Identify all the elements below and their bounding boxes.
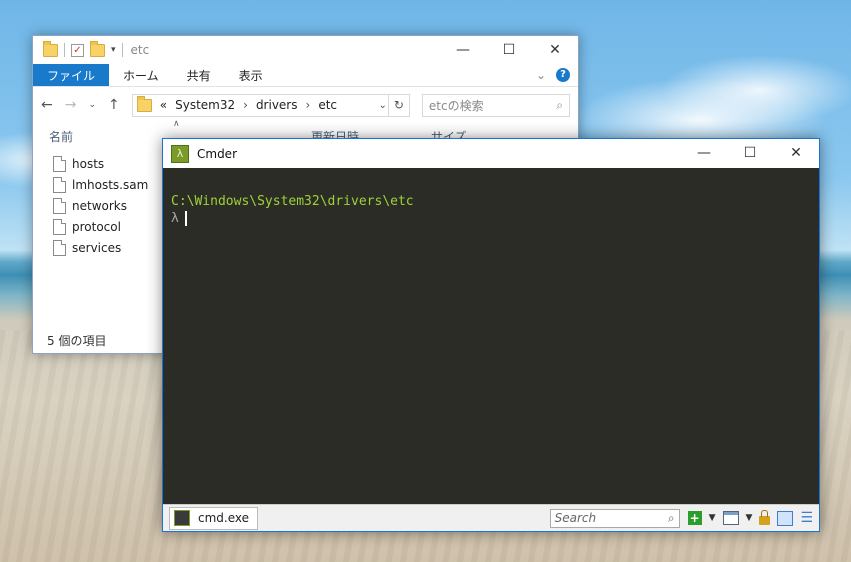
explorer-titlebar[interactable]: ✓ ▾ etc — ☐ ✕ xyxy=(33,36,578,64)
cmder-window[interactable]: λ Cmder — ☐ ✕ C:\Windows\System32\driver… xyxy=(162,138,820,532)
sort-arrow-icon: ∧ xyxy=(173,119,180,129)
text-cursor xyxy=(184,211,187,226)
up-arrow-icon[interactable]: ↑ xyxy=(108,97,120,113)
file-icon xyxy=(53,176,66,193)
new-console-icon[interactable]: + xyxy=(687,511,702,525)
window-title: Cmder xyxy=(197,146,238,161)
breadcrumb-drivers[interactable]: drivers xyxy=(256,98,298,112)
cmder-app-icon[interactable]: λ xyxy=(171,144,189,163)
command-prompt[interactable]: λ xyxy=(171,211,819,226)
tab-view[interactable]: 表示 xyxy=(225,64,277,86)
file-icon xyxy=(53,197,66,214)
file-name: hosts xyxy=(72,156,105,171)
breadcrumb-system32[interactable]: System32 xyxy=(175,98,235,112)
new-console-dropdown-icon[interactable]: ▼ xyxy=(709,513,716,523)
tab-share[interactable]: 共有 xyxy=(173,64,225,86)
expand-ribbon-icon[interactable]: ⌄ xyxy=(536,68,546,82)
tab-file[interactable]: ファイル xyxy=(33,64,110,86)
quick-access-toolbar: ✓ ▾ xyxy=(43,40,123,57)
file-name: protocol xyxy=(72,219,121,234)
console-tab-icon xyxy=(174,510,190,526)
console-tab[interactable]: cmd.exe xyxy=(169,506,259,530)
terminal-console[interactable]: C:\Windows\System32\drivers\etc λ xyxy=(163,168,819,226)
lock-icon[interactable] xyxy=(759,509,771,525)
maximize-button[interactable]: ☐ xyxy=(486,36,532,64)
address-dropdown-icon[interactable]: ⌄ xyxy=(379,100,387,111)
recent-locations-icon[interactable]: ⌄ xyxy=(88,100,96,110)
breadcrumb-etc[interactable]: etc xyxy=(318,98,337,112)
file-name: lmhosts.sam xyxy=(72,177,149,192)
search-placeholder: etcの検索 xyxy=(428,98,484,113)
chevron-right-icon[interactable]: › xyxy=(243,98,248,112)
window-title: etc xyxy=(130,43,150,57)
chevron-right-icon[interactable]: › xyxy=(306,98,311,112)
back-arrow-icon[interactable]: ← xyxy=(41,97,53,113)
breadcrumb-overflow[interactable]: « xyxy=(160,98,167,112)
refresh-icon[interactable]: ↻ xyxy=(387,94,409,116)
file-icon xyxy=(53,239,66,256)
close-button[interactable]: ✕ xyxy=(773,139,819,167)
cmder-status-bar: cmd.exe Search ⌕ + ▼ ▼ ☰ xyxy=(163,504,819,531)
search-icon[interactable]: ⌕ xyxy=(668,511,675,526)
cmder-titlebar[interactable]: λ Cmder — ☐ ✕ xyxy=(163,139,819,168)
menu-icon[interactable]: ☰ xyxy=(800,510,813,526)
properties-icon[interactable]: ✓ xyxy=(71,43,84,57)
customize-toolbar-icon[interactable]: ▾ xyxy=(111,45,116,55)
search-input[interactable]: Search ⌕ xyxy=(549,508,680,528)
file-name: services xyxy=(72,240,122,255)
search-input[interactable]: etcの検索 ⌕ xyxy=(421,93,570,117)
file-name: networks xyxy=(72,198,127,213)
address-bar[interactable]: « System32 › drivers › etc ⌄ ↻ xyxy=(131,93,410,117)
file-icon xyxy=(53,218,66,235)
window-list-icon[interactable] xyxy=(722,511,739,525)
minimize-button[interactable]: — xyxy=(681,139,727,167)
divider xyxy=(121,43,123,57)
toolbar: + ▼ ▼ ☰ xyxy=(680,509,819,526)
tab-home[interactable]: ホーム xyxy=(109,64,173,86)
window-list-dropdown-icon[interactable]: ▼ xyxy=(746,513,753,523)
folder-icon xyxy=(136,95,152,112)
search-placeholder: Search xyxy=(554,511,597,525)
ribbon-tabs: ファイル ホーム 共有 表示 ⌄ ? xyxy=(33,64,578,87)
status-bar-item-count: 5 個の項目 xyxy=(47,334,107,348)
new-folder-icon[interactable] xyxy=(90,40,105,57)
file-icon xyxy=(53,155,66,172)
folder-icon xyxy=(43,40,58,57)
console-tab-label: cmd.exe xyxy=(198,511,250,525)
minimize-button[interactable]: — xyxy=(440,36,486,64)
maximize-button[interactable]: ☐ xyxy=(727,139,773,167)
split-panel-icon[interactable] xyxy=(777,510,794,526)
divider xyxy=(64,43,65,57)
close-button[interactable]: ✕ xyxy=(532,36,578,64)
help-icon[interactable]: ? xyxy=(556,68,570,82)
address-row: ← → ⌄ ↑ « System32 › drivers › etc ⌄ ↻ e… xyxy=(33,87,578,123)
column-name[interactable]: 名前 xyxy=(49,128,73,145)
search-icon[interactable]: ⌕ xyxy=(556,98,563,113)
current-directory: C:\Windows\System32\drivers\etc xyxy=(171,194,414,209)
forward-arrow-icon[interactable]: → xyxy=(65,97,77,113)
prompt-symbol: λ xyxy=(171,211,179,226)
